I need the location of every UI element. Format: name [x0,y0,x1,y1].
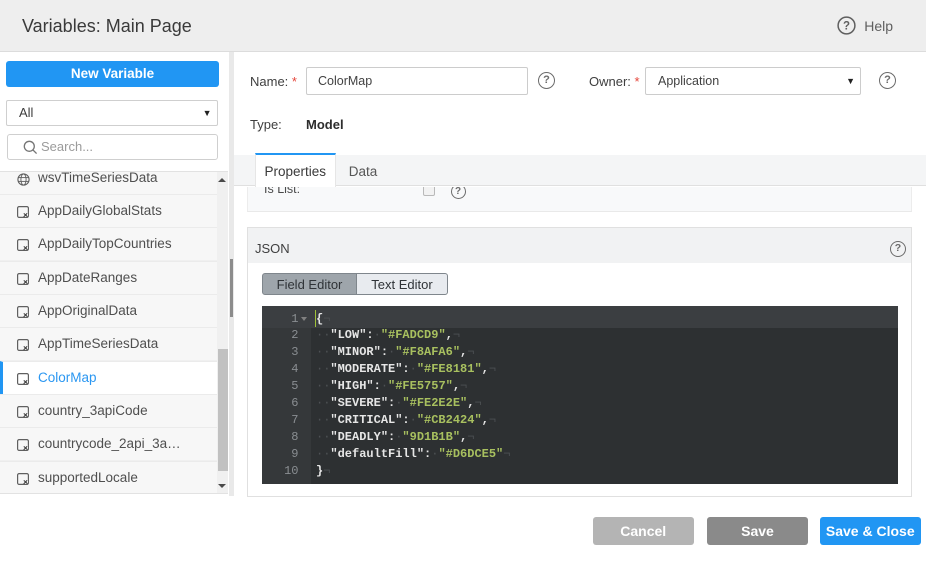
svg-text:?: ? [843,21,850,33]
